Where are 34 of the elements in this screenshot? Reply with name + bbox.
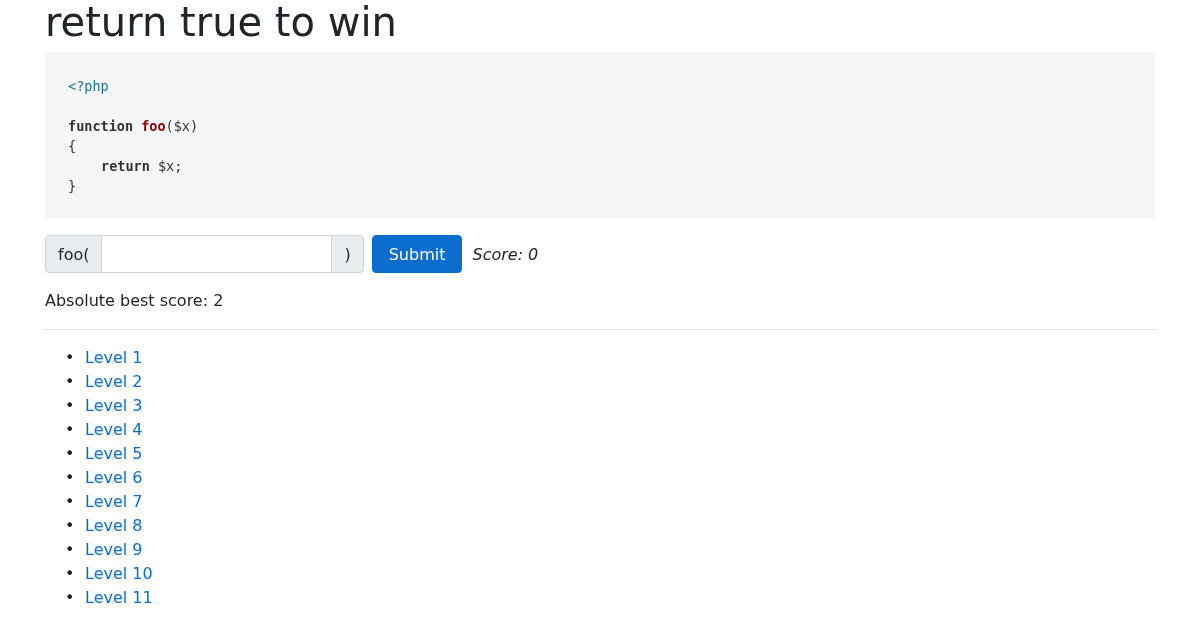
level-link[interactable]: Level 6 [85, 466, 143, 490]
list-bullet: • [65, 347, 76, 369]
level-link[interactable]: Level 4 [85, 418, 143, 442]
score-text: Score: 0 [472, 244, 539, 264]
list-bullet: • [65, 491, 76, 513]
list-bullet: • [65, 515, 76, 537]
code-line: <?php [68, 77, 109, 96]
list-bullet: • [65, 467, 76, 489]
list-bullet: • [65, 563, 76, 585]
input-suffix: ) [331, 235, 364, 273]
level-link[interactable]: Level 1 [85, 346, 143, 370]
level-link[interactable]: Level 2 [85, 370, 143, 394]
list-bullet: • [65, 443, 76, 465]
argument-input[interactable] [102, 235, 332, 273]
level-link[interactable]: Level 10 [85, 562, 153, 586]
code-line: } [68, 177, 77, 196]
list-bullet: • [65, 539, 76, 561]
level-link[interactable]: Level 3 [85, 394, 143, 418]
code-line: return $x; [100, 157, 183, 176]
level-link[interactable]: Level 5 [85, 442, 143, 466]
level-link[interactable]: Level 11 [85, 586, 153, 610]
input-prefix: foo( [45, 235, 103, 273]
level-link[interactable]: Level 7 [85, 490, 143, 514]
level-link[interactable]: Level 8 [85, 514, 143, 538]
code-line: { [68, 137, 77, 156]
submit-button[interactable]: Submit [371, 235, 463, 273]
list-bullet: • [65, 371, 76, 393]
list-bullet: • [65, 587, 76, 609]
list-bullet: • [65, 395, 76, 417]
best-score-text: Absolute best score: 2 [45, 291, 224, 311]
list-bullet: • [65, 419, 76, 441]
page-title: return true to win [45, 0, 398, 47]
code-line: function foo($x) [68, 117, 199, 136]
level-link[interactable]: Level 9 [85, 538, 143, 562]
